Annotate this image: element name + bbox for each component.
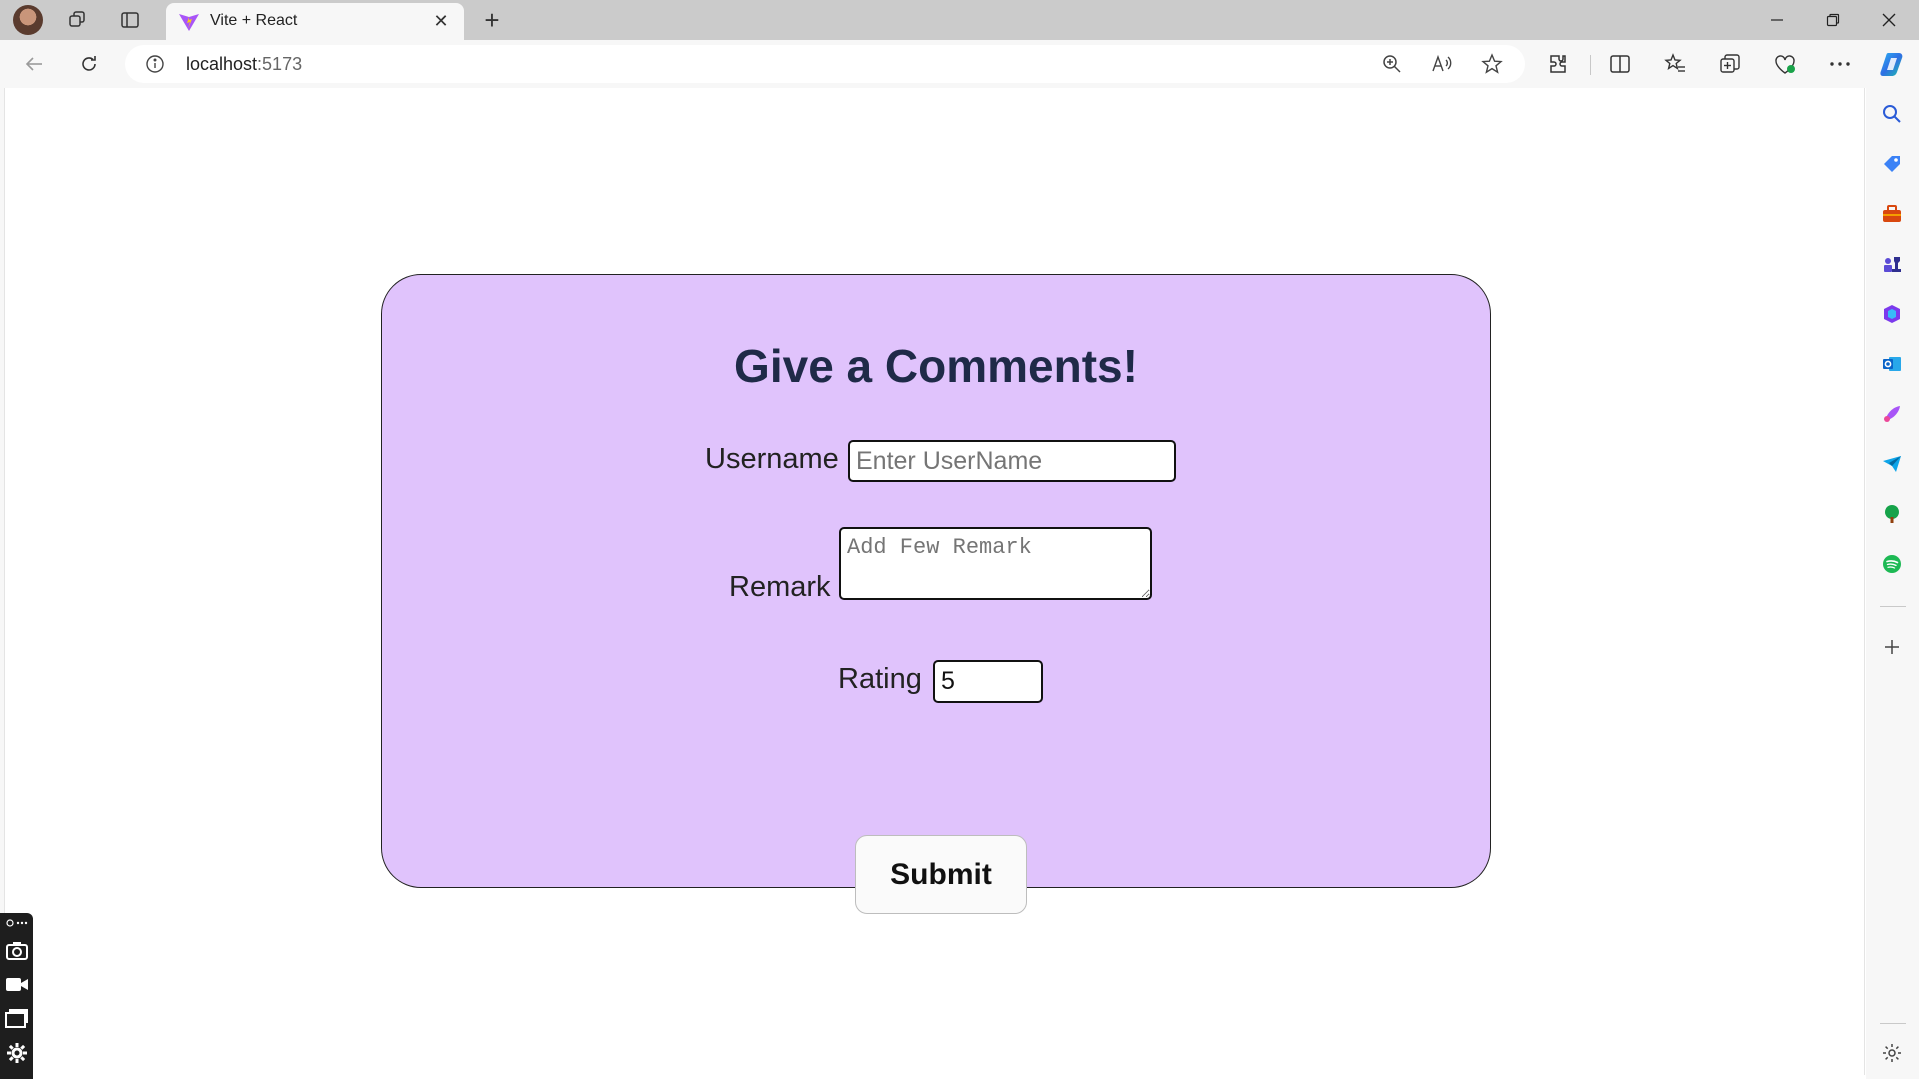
workspaces-icon[interactable] bbox=[65, 7, 91, 33]
extensions-icon[interactable] bbox=[1542, 48, 1574, 80]
tag-icon[interactable] bbox=[1879, 151, 1905, 177]
window-capture-icon[interactable] bbox=[5, 1006, 29, 1030]
title-bar: Vite + React ✕ + bbox=[0, 0, 1919, 40]
office-icon[interactable] bbox=[1879, 301, 1905, 327]
video-camera-icon[interactable] bbox=[5, 972, 29, 996]
chess-icon[interactable] bbox=[1879, 251, 1905, 277]
capture-menu-icon[interactable] bbox=[5, 915, 29, 931]
tab-title: Vite + React bbox=[210, 12, 298, 29]
remark-label: Remark bbox=[729, 571, 831, 603]
refresh-button[interactable] bbox=[73, 48, 105, 80]
page-viewport: Give a Comments! Username Remark Rating … bbox=[4, 88, 1865, 1075]
add-icon[interactable] bbox=[1879, 634, 1905, 660]
rating-label: Rating bbox=[838, 663, 922, 695]
remark-textarea[interactable] bbox=[839, 527, 1152, 600]
spotify-icon[interactable] bbox=[1879, 551, 1905, 577]
rating-input[interactable] bbox=[933, 660, 1043, 703]
collections-icon[interactable] bbox=[1714, 48, 1746, 80]
submit-button[interactable]: Submit bbox=[855, 835, 1027, 914]
close-window-button[interactable] bbox=[1861, 0, 1917, 40]
comment-form-card: Give a Comments! Username Remark Rating … bbox=[381, 274, 1491, 914]
read-aloud-icon[interactable] bbox=[1429, 51, 1455, 77]
camera-icon[interactable] bbox=[5, 938, 29, 962]
address-bar[interactable]: localhost:5173 bbox=[125, 45, 1525, 83]
toolbox-icon[interactable] bbox=[1879, 201, 1905, 227]
toolbar-divider bbox=[1590, 55, 1591, 75]
address-toolbar: localhost:5173 bbox=[0, 40, 1919, 88]
new-tab-button[interactable]: + bbox=[478, 6, 506, 34]
back-button[interactable] bbox=[18, 48, 50, 80]
minimize-button[interactable] bbox=[1749, 0, 1805, 40]
edge-sidebar bbox=[1866, 88, 1919, 1079]
url-port: :5173 bbox=[257, 54, 303, 74]
browser-essentials-icon[interactable] bbox=[1769, 48, 1801, 80]
send-icon[interactable] bbox=[1879, 451, 1905, 477]
vertical-tabs-icon[interactable] bbox=[117, 7, 143, 33]
more-options-icon[interactable] bbox=[1824, 48, 1856, 80]
capture-settings-icon[interactable] bbox=[5, 1041, 29, 1065]
tree-icon[interactable] bbox=[1879, 501, 1905, 527]
browser-tab[interactable]: Vite + React ✕ bbox=[166, 3, 464, 40]
username-input[interactable] bbox=[848, 440, 1176, 482]
restore-button[interactable] bbox=[1805, 0, 1861, 40]
favorite-star-icon[interactable] bbox=[1479, 51, 1505, 77]
capture-toolbar bbox=[0, 913, 33, 1079]
sidebar-divider-bottom bbox=[1880, 1023, 1906, 1024]
search-icon[interactable] bbox=[1879, 101, 1905, 127]
favorites-icon[interactable] bbox=[1659, 48, 1691, 80]
zoom-icon[interactable] bbox=[1379, 51, 1405, 77]
form-heading: Give a Comments! bbox=[734, 340, 1138, 392]
username-label: Username bbox=[705, 443, 839, 475]
designer-icon[interactable] bbox=[1879, 401, 1905, 427]
url-text[interactable]: localhost:5173 bbox=[186, 54, 302, 75]
settings-icon[interactable] bbox=[1879, 1040, 1905, 1066]
tab-close-icon[interactable]: ✕ bbox=[428, 8, 454, 34]
url-host: localhost bbox=[186, 54, 258, 74]
vite-logo-icon bbox=[178, 12, 200, 32]
site-info-icon[interactable] bbox=[145, 54, 165, 74]
split-screen-icon[interactable] bbox=[1604, 48, 1636, 80]
profile-avatar[interactable] bbox=[13, 5, 43, 35]
sidebar-divider bbox=[1880, 606, 1906, 607]
outlook-icon[interactable] bbox=[1879, 351, 1905, 377]
copilot-icon[interactable] bbox=[1877, 48, 1909, 80]
